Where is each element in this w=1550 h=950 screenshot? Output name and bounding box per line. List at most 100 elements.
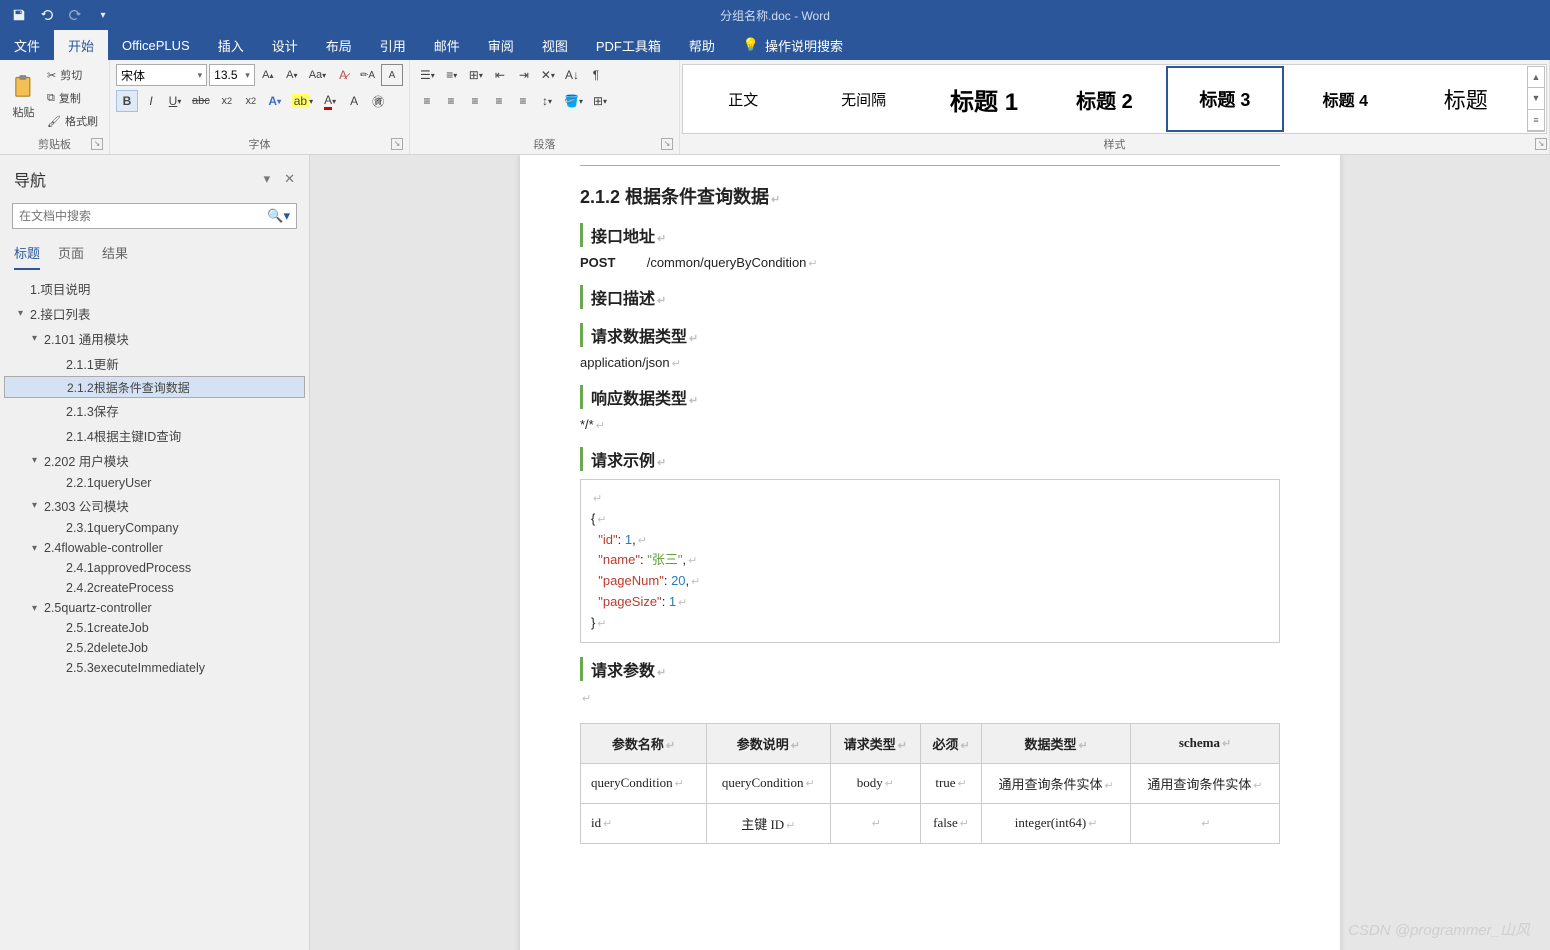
format-painter-button[interactable]: 🖌格式刷 [43, 110, 103, 132]
nav-search-input[interactable] [19, 209, 267, 223]
character-border-button[interactable]: A [381, 64, 403, 86]
shading-button[interactable]: 🪣▾ [560, 90, 587, 112]
nav-item[interactable]: 2.5.2deleteJob [4, 638, 305, 658]
nav-tab-headings[interactable]: 标题 [14, 243, 40, 270]
font-color-button[interactable]: A▾ [319, 90, 341, 112]
nav-item[interactable]: ▾2.101 通用模块 [4, 326, 305, 351]
style-h4[interactable]: 标题 4 [1286, 66, 1404, 132]
copy-button[interactable]: ⧉复制 [43, 87, 103, 109]
nav-item[interactable]: ▾2.5quartz-controller [4, 598, 305, 618]
superscript-button[interactable]: x2 [240, 90, 262, 112]
nav-item[interactable]: ▾2.202 用户模块 [4, 448, 305, 473]
style-h1[interactable]: 标题 1 [925, 66, 1043, 132]
align-right-button[interactable]: ≡ [464, 90, 486, 112]
tab-view[interactable]: 视图 [528, 30, 582, 60]
nav-item[interactable]: 2.1.3保存 [4, 398, 305, 423]
justify-button[interactable]: ≡ [488, 90, 510, 112]
font-size-select[interactable]: 13.5▾ [209, 64, 255, 86]
tab-layout[interactable]: 布局 [312, 30, 366, 60]
line-spacing-button[interactable]: ↕▾ [536, 90, 558, 112]
increase-font-button[interactable]: A▴ [257, 64, 279, 86]
gallery-up[interactable]: ▲ [1528, 67, 1544, 88]
clear-formatting-button[interactable]: A̷ [332, 64, 354, 86]
nav-item[interactable]: 2.5.3executeImmediately [4, 658, 305, 678]
style-title[interactable]: 标题 [1407, 66, 1525, 132]
search-icon[interactable]: 🔍▾ [267, 208, 290, 224]
table-cell: ↵ [830, 803, 920, 843]
nav-item[interactable]: 2.1.2根据条件查询数据 [4, 376, 305, 398]
multilevel-list-button[interactable]: ⊞▾ [465, 64, 487, 86]
decrease-font-button[interactable]: A▾ [281, 64, 303, 86]
tab-help[interactable]: 帮助 [675, 30, 729, 60]
subscript-button[interactable]: x2 [216, 90, 238, 112]
phonetic-guide-button[interactable]: ✏A [356, 64, 379, 86]
underline-button[interactable]: U▾ [164, 90, 186, 112]
nav-close-button[interactable]: ✕ [284, 171, 295, 187]
sort-button[interactable]: A↓ [561, 64, 583, 86]
font-dialog-launcher[interactable]: ↘ [391, 138, 403, 150]
nav-search[interactable]: 🔍▾ [12, 203, 297, 229]
nav-item[interactable]: 2.4.1approvedProcess [4, 558, 305, 578]
distributed-button[interactable]: ≡ [512, 90, 534, 112]
show-marks-button[interactable]: ¶ [585, 64, 607, 86]
tab-design[interactable]: 设计 [258, 30, 312, 60]
strikethrough-button[interactable]: abc [188, 90, 214, 112]
clipboard-dialog-launcher[interactable]: ↘ [91, 138, 103, 150]
nav-item[interactable]: 2.4.2createProcess [4, 578, 305, 598]
decrease-indent-button[interactable]: ⇤ [489, 64, 511, 86]
style-nospacing[interactable]: 无间隔 [804, 66, 922, 132]
align-left-button[interactable]: ≡ [416, 90, 438, 112]
nav-tab-pages[interactable]: 页面 [58, 243, 84, 270]
align-center-button[interactable]: ≡ [440, 90, 462, 112]
undo-button[interactable] [34, 2, 60, 28]
highlight-button[interactable]: ab▾ [288, 90, 317, 112]
nav-item[interactable]: ▾2.4flowable-controller [4, 538, 305, 558]
nav-tab-results[interactable]: 结果 [102, 243, 128, 270]
nav-item[interactable]: 1.项目说明 [4, 276, 305, 301]
tab-review[interactable]: 审阅 [474, 30, 528, 60]
save-button[interactable] [6, 2, 32, 28]
tab-pdf[interactable]: PDF工具箱 [582, 30, 675, 60]
gallery-more[interactable]: ≡ [1528, 110, 1544, 131]
italic-button[interactable]: I [140, 90, 162, 112]
gallery-down[interactable]: ▼ [1528, 88, 1544, 109]
style-normal[interactable]: 正文 [684, 66, 802, 132]
change-case-button[interactable]: Aa▾ [305, 64, 330, 86]
paragraph-dialog-launcher[interactable]: ↘ [661, 138, 673, 150]
cut-button[interactable]: ✂剪切 [43, 64, 103, 86]
tab-file[interactable]: 文件 [0, 30, 54, 60]
nav-item[interactable]: ▾2.303 公司模块 [4, 493, 305, 518]
numbering-button[interactable]: ≡▾ [441, 64, 463, 86]
nav-item[interactable]: 2.1.1更新 [4, 351, 305, 376]
increase-indent-button[interactable]: ⇥ [513, 64, 535, 86]
style-h3[interactable]: 标题 3 [1166, 66, 1284, 132]
qat-customize[interactable]: ▾ [90, 2, 116, 28]
nav-item[interactable]: 2.3.1queryCompany [4, 518, 305, 538]
nav-item-label: 2.4flowable-controller [44, 541, 163, 555]
document-area[interactable]: 2.1.2 根据条件查询数据↵ 接口地址↵ POST /common/query… [310, 155, 1550, 950]
bold-button[interactable]: B [116, 90, 138, 112]
tab-references[interactable]: 引用 [366, 30, 420, 60]
paste-button[interactable]: 粘贴 [6, 64, 41, 130]
tab-mail[interactable]: 邮件 [420, 30, 474, 60]
bullets-button[interactable]: ☰▾ [416, 64, 439, 86]
tab-officeplus[interactable]: OfficePLUS [108, 30, 204, 60]
nav-item[interactable]: 2.2.1queryUser [4, 473, 305, 493]
tab-home[interactable]: 开始 [54, 30, 108, 60]
redo-button[interactable] [62, 2, 88, 28]
tab-insert[interactable]: 插入 [204, 30, 258, 60]
nav-item[interactable]: 2.1.4根据主键ID查询 [4, 423, 305, 448]
enclose-characters-button[interactable]: ㊮ [367, 90, 389, 112]
character-shading-button[interactable]: A [343, 90, 365, 112]
font-name-select[interactable]: 宋体▾ [116, 64, 207, 86]
style-h2[interactable]: 标题 2 [1045, 66, 1163, 132]
nav-item[interactable]: ▾2.接口列表 [4, 301, 305, 326]
text-effects-button[interactable]: A▾ [264, 90, 286, 112]
nav-dropdown[interactable]: ▾ [264, 171, 271, 187]
nav-item[interactable]: 2.5.1createJob [4, 618, 305, 638]
borders-button[interactable]: ⊞▾ [589, 90, 611, 112]
asian-layout-button[interactable]: ✕▾ [537, 64, 559, 86]
tab-tellme[interactable]: 💡操作说明搜索 [729, 30, 857, 60]
table-header: 数据类型↵ [982, 723, 1131, 763]
styles-dialog-launcher[interactable]: ↘ [1535, 138, 1547, 150]
